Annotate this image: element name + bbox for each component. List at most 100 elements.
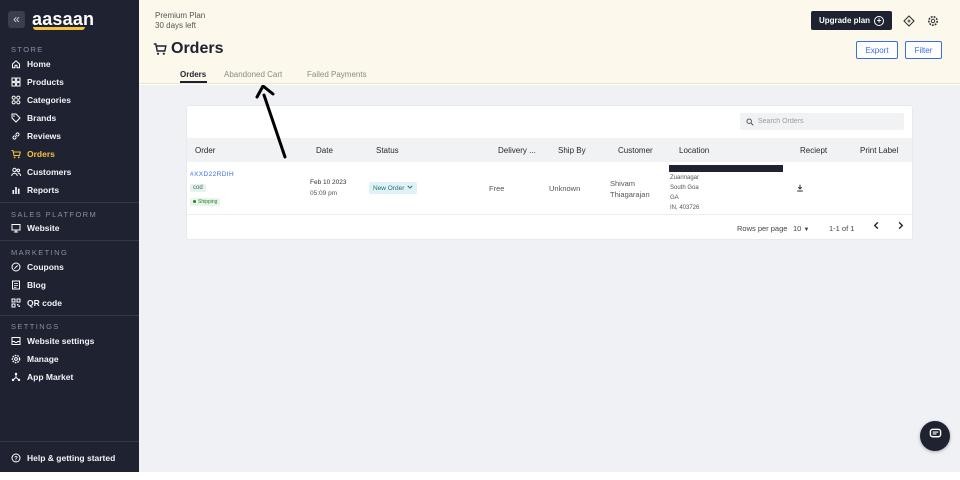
- column-header-status[interactable]: Status: [376, 146, 399, 155]
- link-icon: [11, 131, 21, 141]
- shipping-badge: Shipping: [190, 196, 221, 206]
- sidebar-item-label: Categories: [27, 95, 71, 105]
- status-dot-icon: [193, 200, 196, 203]
- tab-abandoned-cart[interactable]: Abandoned Cart: [224, 70, 282, 79]
- column-header-delivery[interactable]: Delivery ...: [498, 146, 536, 155]
- section-divider: [0, 202, 139, 203]
- column-header-date[interactable]: Date: [316, 146, 333, 155]
- sidebar-item-orders[interactable]: Orders: [11, 147, 55, 161]
- order-id-link[interactable]: #XXD22RDIH: [190, 171, 234, 178]
- column-header-customer[interactable]: Customer: [618, 146, 653, 155]
- sidebar-item-label: App Market: [27, 372, 74, 382]
- sidebar-item-label: Coupons: [27, 262, 64, 272]
- caret-down-icon: ▼: [803, 227, 810, 233]
- export-button[interactable]: Export: [856, 41, 898, 59]
- section-label-sales-platform: SALES PLATFORM: [11, 210, 98, 219]
- sidebar-item-manage[interactable]: Manage: [11, 352, 59, 366]
- delivery-value: Free: [489, 184, 505, 193]
- search-box[interactable]: [740, 113, 904, 130]
- plan-name: Premium Plan: [155, 11, 206, 20]
- logo-smile-mark: [33, 27, 85, 30]
- payment-method-badge: cod: [190, 184, 206, 192]
- redacted-address-bar: [669, 165, 783, 172]
- sidebar: « aasaan STORE Home Products Categories …: [0, 0, 139, 472]
- bar-chart-icon: [11, 185, 21, 195]
- column-header-order[interactable]: Order: [195, 146, 215, 155]
- order-date: Feb 10 2023: [310, 179, 347, 186]
- location-line: IN, 403726: [670, 205, 700, 211]
- sidebar-item-brands[interactable]: Brands: [11, 111, 56, 125]
- tab-orders[interactable]: Orders: [180, 70, 206, 79]
- tab-failed-payments[interactable]: Failed Payments: [307, 70, 367, 79]
- sidebar-item-qr-code[interactable]: QR code: [11, 296, 62, 310]
- order-time: 05:09 pm: [310, 190, 338, 197]
- sidebar-item-label: Website: [27, 223, 60, 233]
- sidebar-item-label: Orders: [27, 149, 55, 159]
- page-title: Orders: [153, 40, 223, 58]
- svg-text:?: ?: [14, 456, 18, 462]
- location-line: Zuarinagar: [670, 175, 700, 181]
- filter-button[interactable]: Filter: [905, 41, 942, 59]
- sidebar-item-label: Customers: [27, 167, 72, 177]
- categories-icon: [11, 95, 21, 105]
- page-title-text: Orders: [171, 40, 224, 57]
- bottom-strip: [0, 472, 960, 480]
- monitor-icon: [11, 223, 21, 233]
- rows-per-page-label: Rows per page: [737, 224, 788, 233]
- products-icon: [11, 77, 21, 87]
- location-line: South Goa: [670, 185, 699, 191]
- sidebar-item-coupons[interactable]: Coupons: [11, 260, 64, 274]
- sidebar-item-website[interactable]: Website: [11, 221, 59, 235]
- sidebar-item-website-settings[interactable]: Website settings: [11, 334, 94, 348]
- section-divider: [0, 315, 139, 316]
- plugin-icon[interactable]: [903, 14, 915, 27]
- sidebar-item-label: Help & getting started: [27, 453, 116, 463]
- column-header-ship-by[interactable]: Ship By: [558, 146, 586, 155]
- pagination-range: 1-1 of 1: [829, 224, 855, 233]
- sidebar-item-home[interactable]: Home: [11, 57, 51, 71]
- shipping-badge-label: Shipping: [198, 198, 218, 205]
- sidebar-item-label: Products: [27, 77, 64, 87]
- sidebar-item-label: QR code: [27, 298, 62, 308]
- column-header-receipt[interactable]: Reciept: [800, 146, 827, 155]
- sidebar-item-app-market[interactable]: App Market: [11, 370, 73, 384]
- previous-page-button[interactable]: [872, 221, 881, 233]
- section-label-settings: SETTINGS: [11, 322, 60, 331]
- sidebar-item-label: Manage: [27, 354, 59, 364]
- next-page-button[interactable]: [896, 221, 905, 233]
- table-row[interactable]: #XXD22RDIH cod Shipping Feb 10 2023 05:0…: [187, 162, 912, 215]
- sidebar-item-customers[interactable]: Customers: [11, 165, 71, 179]
- sidebar-item-label: Reviews: [27, 131, 62, 141]
- cart-icon: [11, 149, 21, 159]
- column-header-print-label[interactable]: Print Label: [860, 146, 898, 155]
- column-header-location[interactable]: Location: [679, 146, 709, 155]
- sidebar-item-label: Home: [27, 59, 51, 69]
- collapse-sidebar-button[interactable]: «: [8, 11, 25, 28]
- sidebar-item-help[interactable]: ? Help & getting started: [11, 451, 115, 465]
- sidebar-item-blog[interactable]: Blog: [11, 278, 46, 292]
- gear-icon: [11, 354, 21, 364]
- sidebar-item-label: Reports: [27, 185, 60, 195]
- rows-per-page-select[interactable]: 10 ▼: [793, 224, 809, 233]
- annotation-arrow: [255, 85, 287, 159]
- page-header: Premium Plan 30 days left Upgrade plan +…: [139, 0, 960, 84]
- plan-days-left: 30 days left: [155, 21, 196, 30]
- home-icon: [11, 59, 21, 69]
- customer-last-name: Thiagarajan: [610, 190, 650, 199]
- upgrade-plan-button[interactable]: Upgrade plan +: [811, 11, 892, 30]
- orders-table-card: Order Date Status Delivery ... Ship By C…: [187, 106, 912, 239]
- search-input[interactable]: [758, 118, 888, 125]
- chat-support-button[interactable]: [920, 421, 950, 451]
- sidebar-item-reports[interactable]: Reports: [11, 183, 59, 197]
- plus-circle-icon: +: [874, 15, 885, 26]
- app-market-icon: [11, 372, 21, 382]
- settings-gear-icon[interactable]: [927, 14, 939, 26]
- status-dropdown[interactable]: New Order: [369, 182, 418, 194]
- tag-icon: [11, 113, 21, 123]
- search-icon: [746, 113, 754, 131]
- location-line: GA: [670, 195, 679, 201]
- download-icon[interactable]: [796, 184, 804, 194]
- sidebar-item-products[interactable]: Products: [11, 75, 64, 89]
- sidebar-item-reviews[interactable]: Reviews: [11, 129, 61, 143]
- sidebar-item-categories[interactable]: Categories: [11, 93, 71, 107]
